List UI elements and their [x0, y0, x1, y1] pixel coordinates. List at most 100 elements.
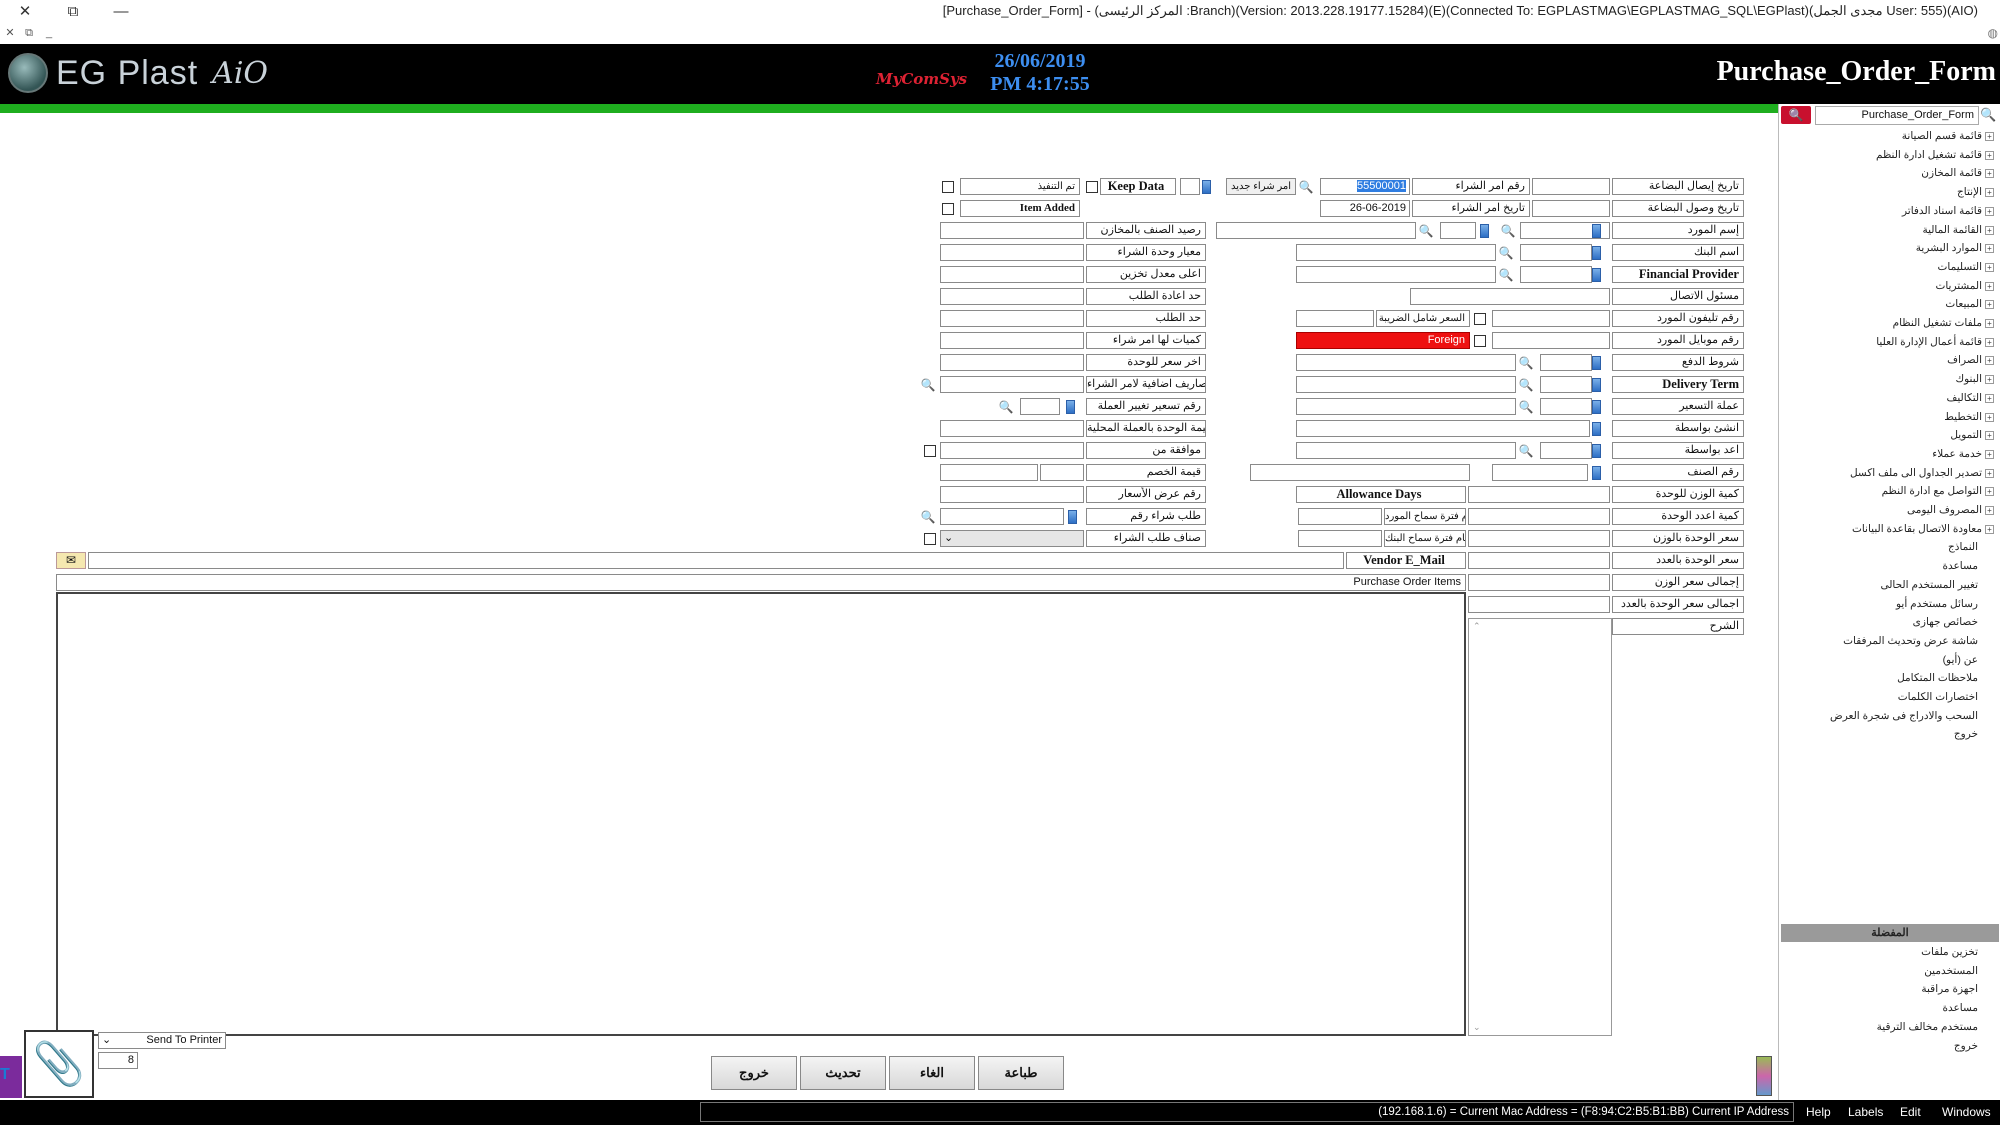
- tree-item[interactable]: +معاودة الاتصال بقاعدة البيانات: [1852, 523, 1994, 535]
- menu-search-input[interactable]: Purchase_Order_Form: [1815, 106, 1979, 125]
- supplier-lookup-icon[interactable]: [1592, 224, 1601, 238]
- tree-item[interactable]: +تصدير الجداول الى ملف اكسل: [1850, 467, 1994, 479]
- expand-icon[interactable]: +: [1985, 319, 1994, 328]
- total-weight-price-field[interactable]: [1468, 574, 1610, 591]
- supplier-mobile-field[interactable]: [1492, 332, 1610, 349]
- supplier-allowance-field[interactable]: [1298, 508, 1382, 525]
- send-to-printer-select[interactable]: ⌄ Send To Printer: [98, 1032, 226, 1049]
- purchase-unit-standard-field[interactable]: [940, 244, 1084, 261]
- expand-icon[interactable]: +: [1985, 393, 1994, 403]
- doc-icon[interactable]: [1180, 178, 1200, 195]
- tree-item[interactable]: +القائمة المالية: [1922, 224, 1994, 236]
- tree-item[interactable]: شاشة عرض وتحديث المرفقات: [1843, 635, 1978, 647]
- po-number-field[interactable]: 55500001: [1320, 178, 1410, 195]
- mdi-restore-icon[interactable]: ⧉: [22, 26, 36, 40]
- created-by-field[interactable]: [1296, 420, 1590, 437]
- supplier-phone-field[interactable]: [1492, 310, 1610, 327]
- favorite-item[interactable]: تخزين ملفات: [1921, 946, 1978, 958]
- menu-edit[interactable]: Edit: [1900, 1105, 1921, 1119]
- tree-item[interactable]: تغيير المستخدم الحالى: [1880, 579, 1978, 591]
- tree-item[interactable]: +التخطيط: [1944, 411, 1994, 423]
- expand-icon[interactable]: +: [1985, 337, 1994, 347]
- purchase-request-search-icon[interactable]: 🔍: [920, 509, 936, 525]
- payment-terms-lookup-icon[interactable]: [1592, 356, 1601, 370]
- menu-help[interactable]: Help: [1806, 1105, 1831, 1119]
- favorite-item[interactable]: مستخدم مخالف الترقية: [1877, 1021, 1978, 1033]
- description-memo[interactable]: ⌃ ⌄: [1468, 618, 1612, 1036]
- tree-item[interactable]: +قائمة اسناد الدفاتر: [1902, 205, 1994, 217]
- bank-lookup-icon[interactable]: [1592, 246, 1601, 260]
- goods-arrival-date-field[interactable]: [1532, 200, 1610, 217]
- bank-allowance-field[interactable]: [1298, 530, 1382, 547]
- payment-terms-name[interactable]: [1296, 354, 1516, 371]
- executed-checkbox[interactable]: [942, 181, 954, 193]
- fx-code-field[interactable]: [1020, 398, 1060, 415]
- favorite-item[interactable]: المستخدمين: [1924, 965, 1978, 977]
- copies-stepper[interactable]: 8: [98, 1052, 138, 1069]
- tree-item[interactable]: +الإنتاج: [1957, 186, 1994, 198]
- restore-window-button[interactable]: ⧉: [56, 2, 90, 22]
- keep-data-checkbox[interactable]: [1086, 181, 1098, 193]
- approved-by-code[interactable]: [1540, 442, 1592, 459]
- expand-icon[interactable]: +: [1985, 524, 1994, 534]
- local-unit-value-field[interactable]: [940, 420, 1084, 437]
- extra-costs-field[interactable]: [940, 376, 1084, 393]
- request-items-dropdown[interactable]: ⌄: [940, 530, 1084, 547]
- bank-code-field[interactable]: [1520, 244, 1592, 261]
- expand-icon[interactable]: +: [1985, 468, 1994, 478]
- po-date-field[interactable]: 26-06-2019: [1320, 200, 1410, 217]
- tree-item[interactable]: +المبيعات: [1945, 298, 1994, 310]
- currency-code[interactable]: [1540, 398, 1592, 415]
- expand-icon[interactable]: +: [1985, 487, 1994, 497]
- tree-item[interactable]: رسائل مستخدم أيو: [1896, 598, 1978, 610]
- bank-name-field[interactable]: [1296, 244, 1496, 261]
- item-name-field[interactable]: [1250, 464, 1470, 481]
- payment-terms-search-icon[interactable]: 🔍: [1518, 355, 1534, 371]
- currency-search-icon[interactable]: 🔍: [1518, 399, 1534, 415]
- max-storage-field[interactable]: [940, 266, 1084, 283]
- email-icon[interactable]: ✉: [56, 552, 86, 569]
- favorite-item[interactable]: خروج: [1954, 1040, 1978, 1052]
- po-items-grid[interactable]: [56, 592, 1466, 1036]
- expand-icon[interactable]: +: [1985, 300, 1994, 310]
- tree-item[interactable]: +قائمة أعمال الإدارة العليا: [1876, 336, 1994, 348]
- currency-lookup-icon[interactable]: [1592, 400, 1601, 414]
- tax-field[interactable]: [1296, 310, 1374, 327]
- last-unit-price-field[interactable]: [940, 354, 1084, 371]
- tree-item[interactable]: +التسليمات: [1938, 261, 1994, 273]
- currency-name[interactable]: [1296, 398, 1516, 415]
- supplier-picker-icon[interactable]: [1480, 224, 1489, 238]
- search-po-icon[interactable]: 🔍: [1298, 179, 1314, 195]
- hammer-icon[interactable]: T: [0, 1066, 20, 1086]
- supplier-name-search-icon[interactable]: 🔍: [1418, 223, 1434, 239]
- tree-item[interactable]: +قائمة قسم الصيانة: [1902, 130, 1994, 142]
- quotation-number-field[interactable]: [940, 486, 1084, 503]
- tree-item[interactable]: +التكاليف: [1946, 392, 1994, 404]
- exit-button[interactable]: خروج: [711, 1056, 797, 1090]
- delivery-term-lookup-icon[interactable]: [1592, 378, 1601, 392]
- tree-item[interactable]: خروج: [1954, 728, 1978, 740]
- foreign-checkbox[interactable]: [1474, 335, 1486, 347]
- supplier-search-icon[interactable]: 🔍: [1500, 223, 1516, 239]
- fx-lookup-icon[interactable]: [1066, 400, 1075, 414]
- purchase-request-lookup-icon[interactable]: [1068, 510, 1077, 524]
- contact-person-field[interactable]: [1410, 288, 1610, 305]
- expand-icon[interactable]: +: [1985, 169, 1994, 179]
- expand-icon[interactable]: +: [1985, 132, 1994, 141]
- purchase-request-field[interactable]: [940, 508, 1064, 525]
- expand-icon[interactable]: +: [1985, 150, 1994, 160]
- tree-item[interactable]: +المشتريات: [1935, 280, 1994, 292]
- expand-icon[interactable]: +: [1985, 431, 1994, 441]
- discount-field-a[interactable]: [1040, 464, 1084, 481]
- tree-item[interactable]: ملاحظات المتكامل: [1897, 672, 1978, 684]
- goods-receipt-date-field[interactable]: [1532, 178, 1610, 195]
- expand-icon[interactable]: +: [1985, 244, 1994, 254]
- approved-from-field[interactable]: [940, 442, 1084, 459]
- mdi-minimize-icon[interactable]: _: [42, 26, 56, 40]
- approved-by-search-icon[interactable]: 🔍: [1518, 443, 1534, 459]
- discount-field-b[interactable]: [940, 464, 1038, 481]
- approved-by-name[interactable]: [1296, 442, 1516, 459]
- paperclip-icon[interactable]: 📎: [24, 1030, 94, 1098]
- expand-icon[interactable]: +: [1985, 281, 1994, 291]
- tree-item[interactable]: +قائمة المخازن: [1921, 167, 1994, 179]
